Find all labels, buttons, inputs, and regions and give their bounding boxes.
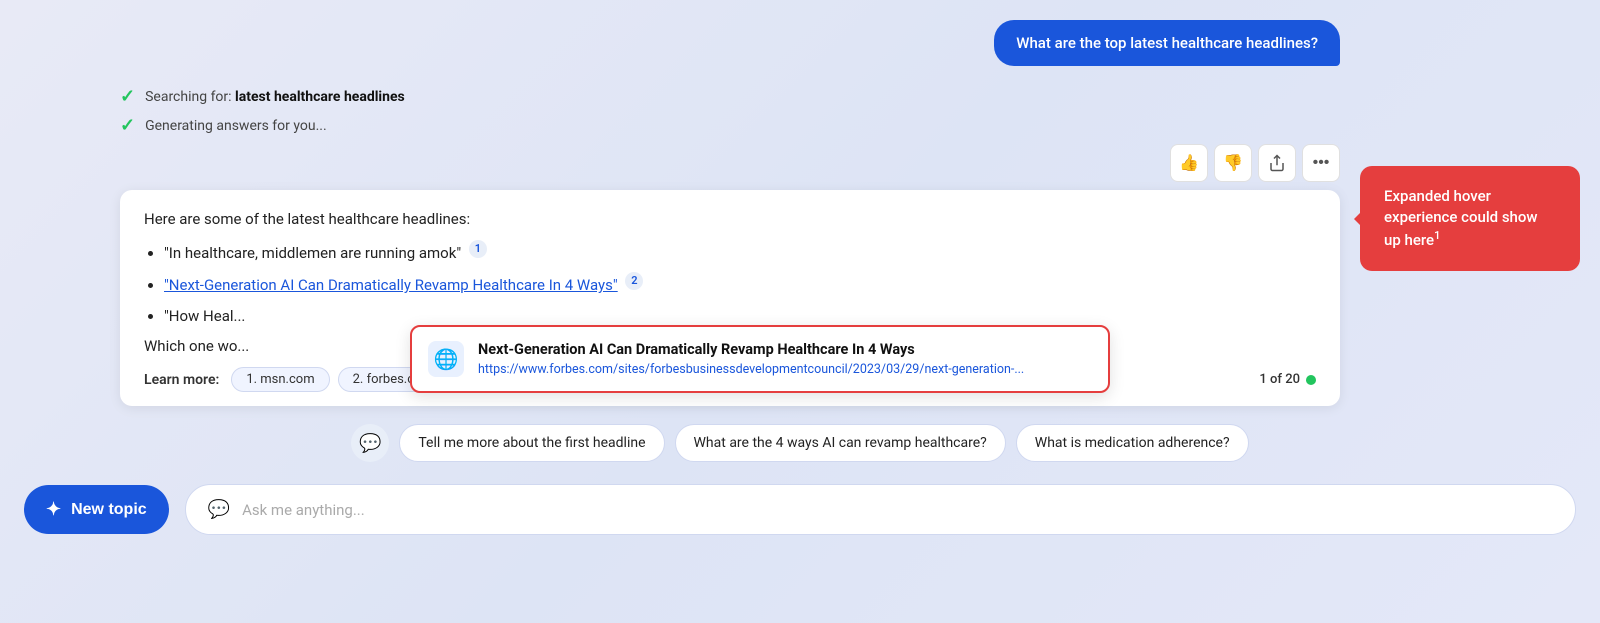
chat-input-icon: 💬 bbox=[208, 499, 230, 520]
headline-1-text: "In healthcare, middlemen are running am… bbox=[164, 244, 461, 262]
more-icon: ••• bbox=[1313, 154, 1330, 172]
check-icon-2: ✓ bbox=[120, 115, 135, 136]
learn-more-label: Learn more: bbox=[144, 372, 219, 388]
expanded-hover-box: Expanded hover experience could show up … bbox=[1360, 166, 1580, 271]
globe-icon: 🌐 bbox=[428, 341, 464, 377]
headline-2-link[interactable]: "Next-Generation AI Can Dramatically Rev… bbox=[164, 276, 618, 294]
answer-card: Here are some of the latest healthcare h… bbox=[120, 190, 1340, 406]
generating-text: Generating answers for you... bbox=[145, 118, 327, 134]
list-item-2: "Next-Generation AI Can Dramatically Rev… bbox=[164, 272, 1316, 296]
badge-1: 1 bbox=[469, 240, 487, 258]
popup-title: Next-Generation AI Can Dramatically Reva… bbox=[478, 341, 1024, 358]
expanded-hover-text: Expanded hover experience could show up … bbox=[1384, 187, 1538, 249]
user-message-text: What are the top latest healthcare headl… bbox=[1016, 34, 1318, 52]
suggestion-chip-3[interactable]: What is medication adherence? bbox=[1016, 424, 1249, 462]
check-icon-1: ✓ bbox=[120, 86, 135, 107]
suggestions-area: 💬 Tell me more about the first headline … bbox=[0, 424, 1600, 462]
action-bar: 👍 👎 ••• bbox=[120, 144, 1340, 182]
bottom-bar: ✦ New topic 💬 Ask me anything... bbox=[0, 472, 1600, 547]
searching-text: Searching for: latest healthcare headlin… bbox=[145, 89, 405, 105]
popup-url: https://www.forbes.com/sites/forbesbusin… bbox=[478, 362, 1024, 377]
list-item-3: "How Heal... bbox=[164, 305, 1316, 328]
source-chip-1[interactable]: 1. msn.com bbox=[231, 367, 329, 392]
suggestion-chip-1[interactable]: Tell me more about the first headline bbox=[399, 424, 664, 462]
page-indicator: 1 of 20 bbox=[1259, 372, 1316, 387]
status-generating: ✓ Generating answers for you... bbox=[120, 115, 1340, 136]
hover-popup: 🌐 Next-Generation AI Can Dramatically Re… bbox=[410, 325, 1110, 393]
main-container: What are the top latest healthcare headl… bbox=[0, 0, 1600, 623]
expanded-hover-sup: 1 bbox=[1434, 229, 1440, 242]
hover-popup-content: Next-Generation AI Can Dramatically Reva… bbox=[478, 341, 1024, 377]
list-item-1: "In healthcare, middlemen are running am… bbox=[164, 240, 1316, 264]
question-icon: 💬 bbox=[351, 424, 389, 462]
input-area[interactable]: 💬 Ask me anything... bbox=[185, 484, 1576, 535]
new-topic-label: New topic bbox=[71, 501, 147, 519]
new-topic-button[interactable]: ✦ New topic bbox=[24, 485, 169, 534]
share-button[interactable] bbox=[1258, 144, 1296, 182]
thumbs-up-button[interactable]: 👍 bbox=[1170, 144, 1208, 182]
status-searching: ✓ Searching for: latest healthcare headl… bbox=[120, 86, 1340, 107]
input-placeholder: Ask me anything... bbox=[242, 501, 365, 519]
user-bubble: What are the top latest healthcare headl… bbox=[994, 20, 1340, 66]
user-message-container: What are the top latest healthcare headl… bbox=[0, 20, 1600, 66]
bullet-list: "In healthcare, middlemen are running am… bbox=[144, 240, 1316, 327]
searching-query: latest healthcare headlines bbox=[235, 89, 405, 105]
new-topic-icon: ✦ bbox=[46, 499, 61, 520]
suggestion-chip-2[interactable]: What are the 4 ways AI can revamp health… bbox=[675, 424, 1006, 462]
question-mark: 💬 bbox=[359, 433, 381, 454]
ai-response-area: ✓ Searching for: latest healthcare headl… bbox=[0, 86, 1600, 406]
thumbs-down-button[interactable]: 👎 bbox=[1214, 144, 1252, 182]
badge-2: 2 bbox=[625, 272, 643, 290]
headline-3-text: "How Heal... bbox=[164, 307, 245, 325]
page-count: 1 of 20 bbox=[1259, 372, 1300, 387]
searching-label: Searching for: bbox=[145, 89, 231, 105]
green-dot bbox=[1306, 375, 1316, 385]
answer-intro: Here are some of the latest healthcare h… bbox=[144, 210, 1316, 228]
more-button[interactable]: ••• bbox=[1302, 144, 1340, 182]
